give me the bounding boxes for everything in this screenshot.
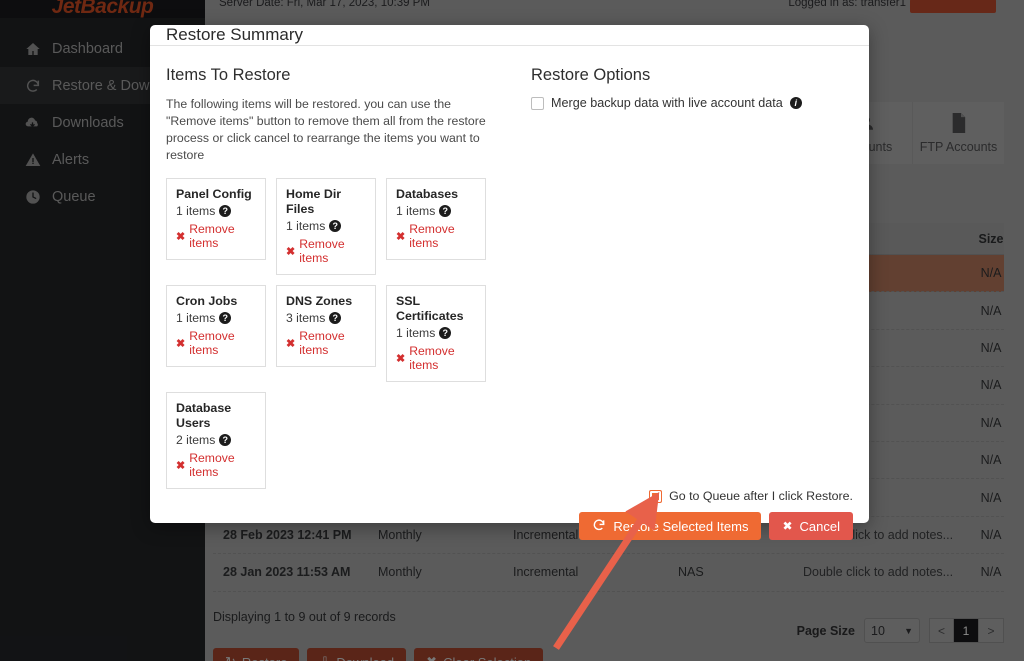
help-icon[interactable]: ? <box>329 312 342 324</box>
x-icon: ✖ <box>176 230 186 243</box>
help-icon[interactable]: ? <box>439 327 452 339</box>
items-to-restore-section: Items To Restore The following items wil… <box>166 66 521 489</box>
remove-items-label: Remove items <box>189 329 235 357</box>
merge-option-row[interactable]: Merge backup data with live account data… <box>531 96 853 110</box>
restore-item-card: Home Dir Files 1 items ? ✖ Remove items <box>276 178 376 275</box>
card-count: 2 items <box>176 433 216 447</box>
remove-items-link[interactable]: ✖ Remove items <box>396 344 476 372</box>
dialog-body: Items To Restore The following items wil… <box>150 46 869 489</box>
remove-items-link[interactable]: ✖ Remove items <box>176 222 256 250</box>
help-icon[interactable]: ? <box>329 220 342 232</box>
restore-button-label: Restore Selected Items <box>613 518 749 534</box>
restore-item-card: DNS Zones 3 items ? ✖ Remove items <box>276 285 376 367</box>
x-icon: ✖ <box>286 245 296 258</box>
x-icon: ✖ <box>286 337 296 350</box>
screen: Server Date: Fri, Mar 17, 2023, 10:39 PM… <box>0 0 1024 661</box>
card-count-row: 3 items ? <box>286 311 366 325</box>
card-count: 3 items <box>286 311 326 325</box>
restore-item-card: Panel Config 1 items ? ✖ Remove items <box>166 178 266 260</box>
restore-item-card: Databases 1 items ? ✖ Remove items <box>386 178 486 260</box>
remove-items-link[interactable]: ✖ Remove items <box>286 237 366 265</box>
card-count-row: 1 items ? <box>176 311 256 325</box>
card-title: Panel Config <box>176 187 252 201</box>
restore-item-cards: Panel Config 1 items ? ✖ Remove items Ho… <box>166 178 516 489</box>
x-icon: ✖ <box>176 459 186 472</box>
dialog-buttons: Restore Selected Items ✖ Cancel <box>579 512 853 540</box>
remove-items-label: Remove items <box>409 222 455 250</box>
items-description: The following items will be restored. yo… <box>166 97 486 162</box>
card-title: Database Users <box>176 401 232 430</box>
merge-checkbox[interactable] <box>531 96 544 110</box>
restore-icon <box>592 518 606 535</box>
card-title: Databases <box>396 187 458 201</box>
info-icon[interactable]: i <box>789 97 802 109</box>
help-icon[interactable]: ? <box>439 205 452 217</box>
help-icon[interactable]: ? <box>219 434 232 446</box>
restore-item-card: Database Users 2 items ? ✖ Remove items <box>166 392 266 489</box>
card-count: 1 items <box>396 204 436 218</box>
card-count: 1 items <box>396 326 436 340</box>
cancel-button[interactable]: ✖ Cancel <box>769 512 853 540</box>
items-heading: Items To Restore <box>166 66 291 84</box>
remove-items-label: Remove items <box>189 222 235 250</box>
restore-item-card: SSL Certificates 1 items ? ✖ Remove item… <box>386 285 486 382</box>
card-count-row: 1 items ? <box>396 204 476 218</box>
queue-option-row[interactable]: Go to Queue after I click Restore. <box>649 489 853 503</box>
restore-summary-dialog: Restore Summary Items To Restore The fol… <box>150 25 869 540</box>
dialog-footer: Go to Queue after I click Restore. Resto… <box>150 489 869 556</box>
card-count-row: 1 items ? <box>286 219 366 233</box>
options-heading: Restore Options <box>531 66 651 84</box>
x-icon: ✖ <box>396 230 406 243</box>
card-title: SSL Certificates <box>396 294 464 323</box>
remove-items-label: Remove items <box>299 329 345 357</box>
remove-items-label: Remove items <box>299 237 345 265</box>
card-title: Home Dir Files <box>286 187 342 216</box>
x-icon: ✖ <box>176 337 186 350</box>
dialog-title: Restore Summary <box>166 25 303 44</box>
card-count-row: 1 items ? <box>176 204 256 218</box>
card-title: DNS Zones <box>286 294 353 308</box>
remove-items-link[interactable]: ✖ Remove items <box>286 329 366 357</box>
help-icon[interactable]: ? <box>219 205 232 217</box>
help-icon[interactable]: ? <box>219 312 232 324</box>
x-icon: ✖ <box>396 352 406 365</box>
remove-items-label: Remove items <box>189 451 235 479</box>
remove-items-link[interactable]: ✖ Remove items <box>396 222 476 250</box>
cancel-button-label: Cancel <box>799 518 840 534</box>
go-to-queue-checkbox[interactable] <box>649 489 663 503</box>
merge-option-label: Merge backup data with live account data <box>551 96 783 110</box>
dialog-header: Restore Summary <box>150 25 869 46</box>
card-count: 1 items <box>176 204 216 218</box>
restore-selected-items-button[interactable]: Restore Selected Items <box>579 512 762 540</box>
go-to-queue-label: Go to Queue after I click Restore. <box>669 489 853 503</box>
remove-items-label: Remove items <box>409 344 455 372</box>
card-count: 1 items <box>286 219 326 233</box>
card-count-row: 2 items ? <box>176 433 256 447</box>
remove-items-link[interactable]: ✖ Remove items <box>176 329 256 357</box>
card-count: 1 items <box>176 311 216 325</box>
card-title: Cron Jobs <box>176 294 238 308</box>
remove-items-link[interactable]: ✖ Remove items <box>176 451 256 479</box>
restore-options-section: Restore Options Merge backup data with l… <box>521 66 853 489</box>
card-count-row: 1 items ? <box>396 326 476 340</box>
x-icon: ✖ <box>782 519 793 533</box>
restore-item-card: Cron Jobs 1 items ? ✖ Remove items <box>166 285 266 367</box>
